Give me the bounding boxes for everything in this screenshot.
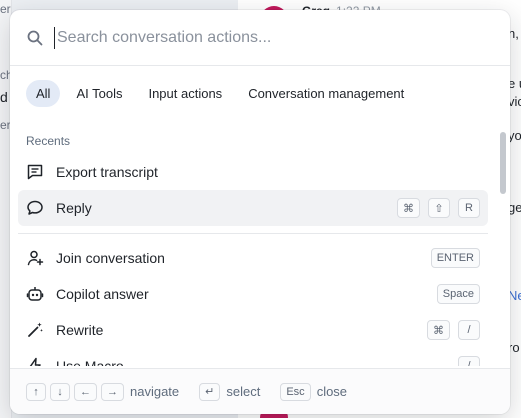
scrollbar-thumb[interactable] — [500, 132, 506, 194]
select-hint: ↵ — [199, 382, 221, 401]
action-use-macro[interactable]: Use Macro / — [18, 348, 488, 366]
select-label: select — [226, 384, 261, 399]
shift-key: ⇧ — [428, 198, 450, 218]
r-key: R — [458, 198, 480, 218]
user-plus-icon — [26, 249, 44, 267]
chat-bubble-icon — [26, 199, 44, 217]
keyboard-hints-footer: ↑ ↓ ← → navigate ↵ select Esc close — [10, 368, 510, 414]
navigate-label: navigate — [130, 384, 180, 399]
navigate-hint: ↑ ↓ ← → — [26, 382, 124, 401]
keyboard-shortcut: ⌘ ⇧ R — [397, 198, 480, 218]
close-label: close — [316, 384, 348, 399]
action-rewrite[interactable]: Rewrite ⌘ / — [18, 312, 488, 348]
bolt-icon — [26, 357, 44, 366]
keyboard-shortcut: ENTER — [430, 248, 480, 268]
actions-list: Recents Export transcript Reply ⌘ ⇧ R Jo… — [10, 126, 496, 366]
action-reply[interactable]: Reply ⌘ ⇧ R — [18, 190, 488, 226]
tab-ai-tools[interactable]: AI Tools — [66, 80, 132, 107]
action-label: Reply — [56, 200, 92, 216]
command-key: ⌘ — [397, 198, 420, 218]
tab-all[interactable]: All — [26, 80, 61, 107]
arrow-left-icon: ← — [74, 382, 97, 401]
message-lines-icon — [26, 163, 44, 181]
list-scrollbar[interactable] — [500, 126, 506, 366]
filter-tabs: All AI Tools Input actions Conversation … — [10, 66, 510, 117]
return-icon: ↵ — [199, 382, 221, 401]
arrow-right-icon: → — [101, 382, 124, 401]
search-input[interactable] — [54, 26, 494, 49]
action-label: Join conversation — [56, 250, 165, 266]
enter-key: ENTER — [430, 248, 480, 268]
action-join-conversation[interactable]: Join conversation ENTER — [18, 240, 488, 276]
slash-key: / — [458, 356, 480, 366]
tab-input-actions[interactable]: Input actions — [138, 80, 232, 107]
command-key: ⌘ — [427, 320, 450, 340]
action-label: Copilot answer — [56, 286, 149, 302]
keyboard-shortcut: / — [458, 356, 480, 366]
background-text: d — [0, 89, 8, 105]
action-export-transcript[interactable]: Export transcript — [18, 154, 488, 190]
action-label: Export transcript — [56, 164, 158, 180]
escape-key: Esc — [280, 382, 311, 401]
slash-key: / — [458, 320, 480, 340]
arrow-up-icon: ↑ — [26, 382, 46, 401]
tab-conversation-management[interactable]: Conversation management — [238, 80, 414, 107]
search-bar — [10, 10, 510, 66]
keyboard-shortcut: Space — [436, 284, 480, 304]
close-hint: Esc — [280, 382, 311, 401]
robot-icon — [26, 285, 44, 303]
action-label: Rewrite — [56, 322, 104, 338]
search-icon — [26, 29, 44, 47]
action-copilot-answer[interactable]: Copilot answer Space — [18, 276, 488, 312]
keyboard-shortcut: ⌘ / — [427, 320, 480, 340]
background-text: eral — [0, 2, 11, 16]
magic-wand-icon — [26, 321, 44, 339]
section-recents-title: Recents — [26, 134, 71, 148]
arrow-down-icon: ↓ — [50, 382, 70, 401]
command-palette: All AI Tools Input actions Conversation … — [10, 10, 510, 414]
space-key: Space — [436, 284, 480, 304]
action-label: Use Macro — [56, 358, 124, 366]
divider — [18, 233, 488, 234]
